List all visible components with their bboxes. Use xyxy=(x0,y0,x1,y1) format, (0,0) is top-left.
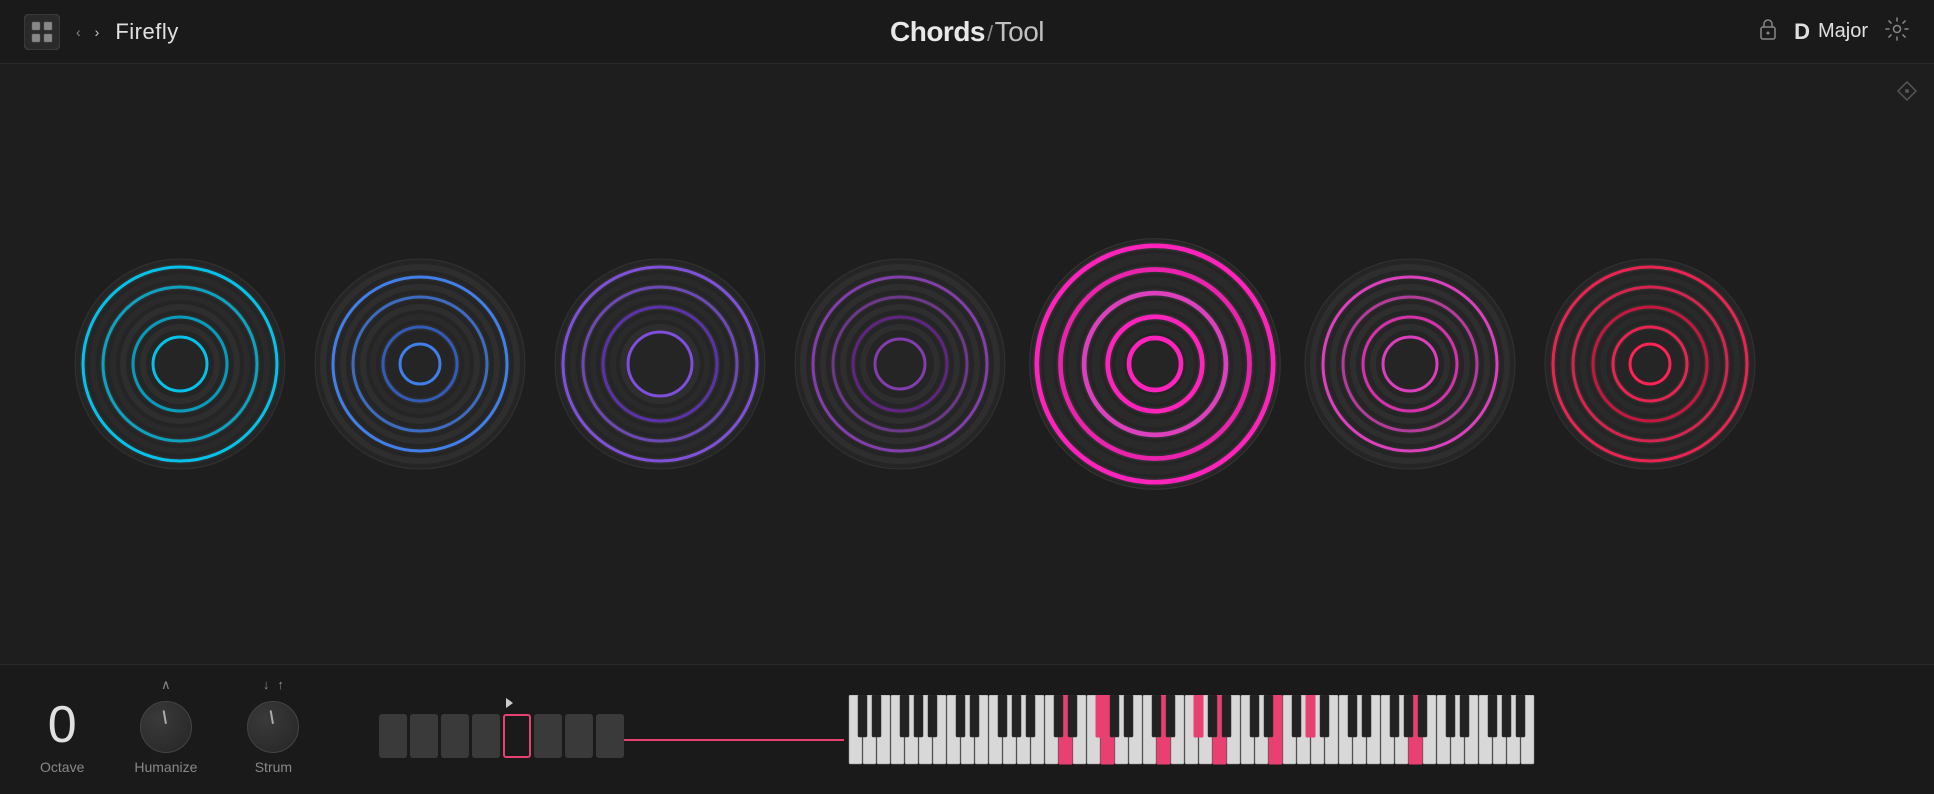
playback-line xyxy=(624,739,844,741)
humanize-knob[interactable] xyxy=(140,701,192,753)
piano-svg[interactable]: .wk { fill: #d8d8d8; stroke: #888; strok… xyxy=(848,695,1548,765)
humanize-arrows: ∧ xyxy=(161,675,171,695)
strum-down-arrow: ↓ xyxy=(263,677,270,692)
strum-knob[interactable] xyxy=(247,701,299,753)
chord-wheel-7[interactable] xyxy=(1530,244,1770,484)
app-title-slash: / xyxy=(987,21,993,46)
dice-icon[interactable] xyxy=(24,14,60,50)
octave-label: Octave xyxy=(40,759,84,775)
chord-wheel-2[interactable] xyxy=(300,244,540,484)
chord-wheels-area xyxy=(0,64,1934,664)
key-scale: Major xyxy=(1818,20,1868,43)
key-note: D xyxy=(1794,19,1810,45)
humanize-label: Humanize xyxy=(134,759,197,775)
seq-block-5[interactable] xyxy=(534,714,562,758)
piano-keyboard-wrapper: .wk { fill: #d8d8d8; stroke: #888; strok… xyxy=(848,695,1548,765)
mini-sequencer-wrapper xyxy=(379,702,624,758)
humanize-up-arrow: ∧ xyxy=(161,677,171,693)
octave-control: 0 Octave xyxy=(40,699,84,775)
humanize-control: ∧ Humanize xyxy=(134,675,197,775)
app-title-chords: Chords xyxy=(890,16,985,47)
strum-control: ↓ ↑ Strum xyxy=(247,675,299,775)
lock-icon[interactable] xyxy=(1758,18,1778,45)
preset-name: Firefly xyxy=(115,19,178,45)
seq-block-3[interactable] xyxy=(441,714,469,758)
strum-up-arrow: ↑ xyxy=(277,677,284,692)
seq-block-1[interactable] xyxy=(379,714,407,758)
strum-arrows: ↓ ↑ xyxy=(263,675,284,695)
piano-keyboard: .wk { fill: #d8d8d8; stroke: #888; strok… xyxy=(848,695,1548,765)
chord-wheel-4[interactable] xyxy=(780,244,1020,484)
settings-icon[interactable] xyxy=(1884,16,1910,48)
chord-wheel-3[interactable] xyxy=(540,244,780,484)
playhead-triangle xyxy=(506,698,513,708)
header-left: ‹ › Firefly xyxy=(24,14,179,50)
header-right: D Major xyxy=(1758,16,1910,48)
sequencer-section: .wk { fill: #d8d8d8; stroke: #888; strok… xyxy=(299,665,1894,794)
chord-wheel-6[interactable] xyxy=(1290,244,1530,484)
octave-value: 0 xyxy=(48,699,77,751)
seq-block-4[interactable] xyxy=(472,714,500,758)
seq-block-2[interactable] xyxy=(410,714,438,758)
red-line-container xyxy=(624,718,844,741)
seq-block-7[interactable] xyxy=(596,714,624,758)
app-title: Chords/Tool xyxy=(890,16,1044,48)
header-center: Chords/Tool xyxy=(890,16,1044,48)
sequencer-row xyxy=(379,714,624,758)
app-title-tool: Tool xyxy=(995,16,1044,47)
back-arrow[interactable]: ‹ xyxy=(72,20,85,44)
header: ‹ › Firefly Chords/Tool D Major xyxy=(0,0,1934,64)
forward-arrow[interactable]: › xyxy=(91,20,104,44)
main-content: 0 Octave ∧ Humanize ↓ ↑ Strum xyxy=(0,64,1934,794)
chord-wheel-1[interactable] xyxy=(60,244,300,484)
strum-label: Strum xyxy=(255,759,292,775)
chord-wheel-5[interactable] xyxy=(1020,229,1290,499)
key-display[interactable]: D Major xyxy=(1794,19,1868,45)
bottom-bar: 0 Octave ∧ Humanize ↓ ↑ Strum xyxy=(0,664,1934,794)
seq-cursor-block[interactable] xyxy=(503,714,531,758)
nav-arrows: ‹ › xyxy=(72,20,103,44)
seq-block-6[interactable] xyxy=(565,714,593,758)
controls-section: 0 Octave ∧ Humanize ↓ ↑ Strum xyxy=(40,675,299,785)
